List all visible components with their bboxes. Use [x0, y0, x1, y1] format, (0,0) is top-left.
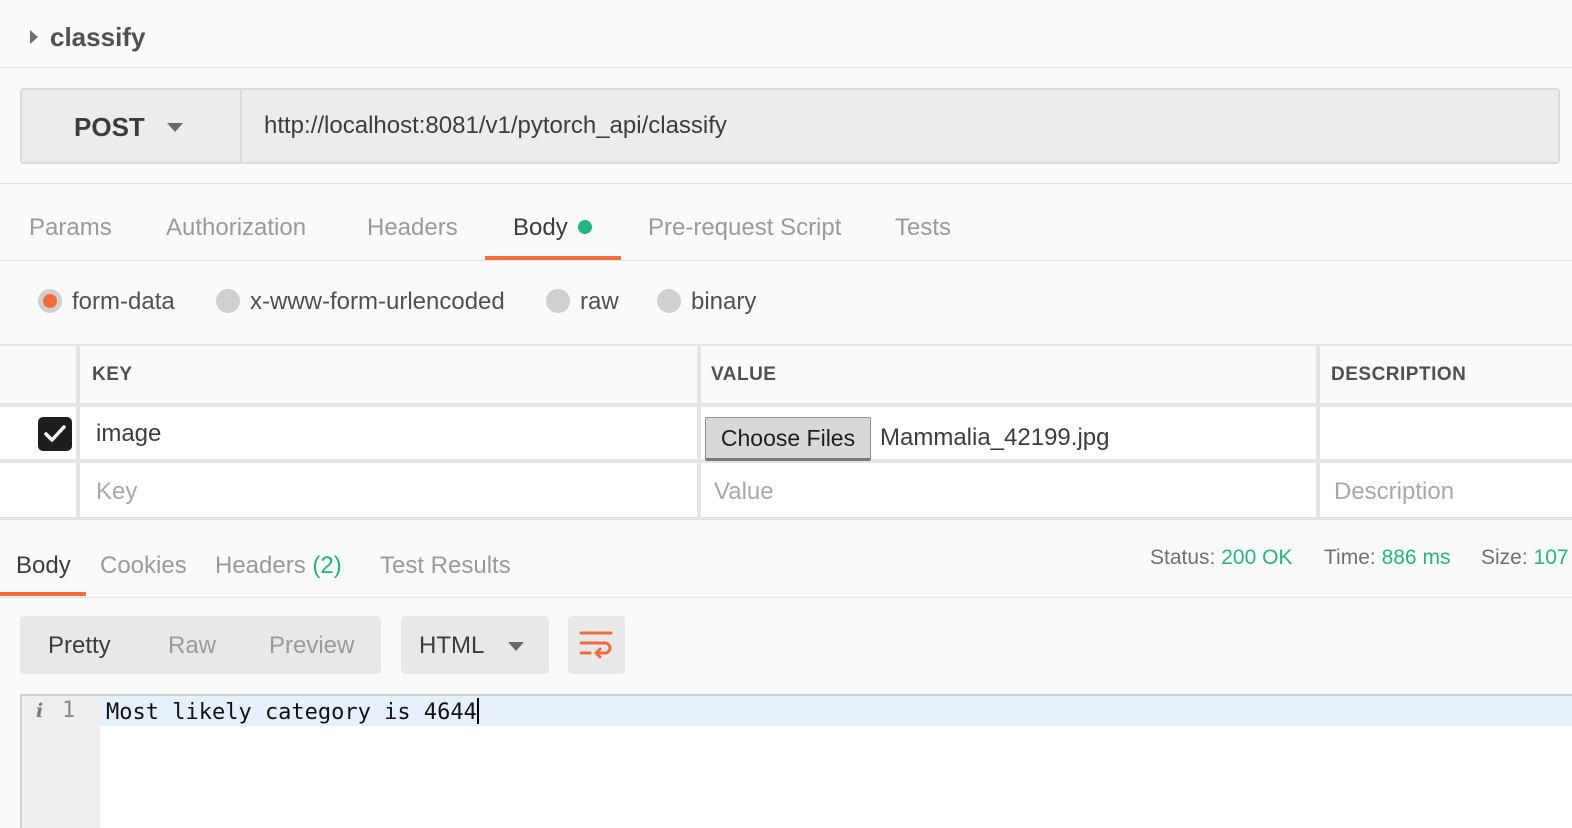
tab-headers[interactable]: Headers [367, 214, 458, 242]
view-preview-button[interactable]: Preview [269, 632, 354, 660]
radio-form-data[interactable]: form-data [38, 288, 175, 318]
time-readout: Time: 886 ms [1324, 546, 1450, 570]
active-tab-underline [485, 256, 621, 260]
column-header-value: VALUE [711, 364, 777, 385]
choose-files-button[interactable]: Choose Files [705, 417, 871, 461]
radio-urlencoded[interactable]: x-www-form-urlencoded [216, 288, 505, 318]
text-cursor [476, 698, 479, 724]
active-tab-underline [0, 592, 86, 596]
table-row [0, 463, 76, 517]
headers-count: (2) [312, 552, 342, 579]
radio-icon [546, 289, 570, 313]
column-header-description: DESCRIPTION [1331, 364, 1467, 385]
format-label: HTML [419, 632, 485, 659]
size-readout: Size: 107 [1481, 546, 1569, 570]
radio-raw[interactable]: raw [546, 288, 619, 318]
size-value: 107 [1533, 546, 1569, 569]
response-tab-body[interactable]: Body [16, 552, 71, 580]
radio-binary[interactable]: binary [657, 288, 756, 318]
url-bar: POST [20, 88, 1560, 164]
response-tab-test-results[interactable]: Test Results [380, 552, 511, 580]
key-placeholder: Key [96, 478, 138, 505]
request-title[interactable]: classify [50, 22, 145, 53]
tab-tests[interactable]: Tests [895, 214, 951, 242]
row-enabled-checkbox[interactable] [38, 417, 72, 451]
radio-label: binary [691, 288, 757, 315]
status-label: Status: [1150, 546, 1216, 569]
radio-label: x-www-form-urlencoded [250, 288, 505, 315]
expand-caret-icon[interactable] [30, 30, 38, 44]
tab-body-label: Body [513, 214, 568, 241]
status-readout: Status: 200 OK [1150, 546, 1292, 570]
new-value-cell[interactable] [701, 463, 1316, 517]
tab-authorization[interactable]: Authorization [166, 214, 306, 242]
tab-pre-request-script[interactable]: Pre-request Script [648, 214, 841, 242]
new-key-cell[interactable] [80, 463, 697, 517]
response-tab-headers[interactable]: Headers (2) [215, 552, 342, 580]
radio-icon [657, 289, 681, 313]
description-placeholder: Description [1334, 478, 1455, 505]
request-name-bar: classify [0, 0, 1572, 68]
wrap-lines-icon [579, 631, 613, 659]
view-mode-segmented: Pretty Raw Preview [20, 616, 381, 674]
radio-selected-icon [38, 289, 62, 313]
radio-icon [216, 289, 240, 313]
response-tab-cookies[interactable]: Cookies [100, 552, 187, 580]
info-icon: i [36, 700, 44, 722]
body-type-radios: form-data x-www-form-urlencoded raw bina… [0, 262, 1572, 342]
description-cell[interactable] [1320, 407, 1572, 459]
tab-body[interactable]: Body [513, 214, 592, 242]
table-header-cell [701, 346, 1316, 403]
value-placeholder: Value [714, 478, 774, 505]
method-label: POST [74, 112, 145, 142]
request-tabs: Params Authorization Headers Body Pre-re… [0, 184, 1572, 261]
response-content: Most likely category is 4644 [106, 700, 477, 725]
response-tabs: Body Cookies Headers (2) Test Results St… [0, 520, 1572, 598]
key-value-text: image [96, 420, 162, 447]
body-indicator-dot [577, 220, 592, 234]
status-value: 200 OK [1221, 546, 1293, 569]
chevron-down-icon [508, 642, 524, 651]
view-pretty-button[interactable]: Pretty [48, 632, 111, 660]
tab-params[interactable]: Params [29, 214, 112, 242]
response-body-editor[interactable]: i 1 Most likely category is 4644 [20, 694, 1572, 828]
chevron-down-icon [167, 123, 183, 132]
key-cell[interactable] [80, 407, 697, 459]
response-text: Most likely category is 4644 [106, 698, 479, 725]
file-name-text: Mammalia_42199.jpg [880, 424, 1110, 451]
method-select[interactable]: POST [22, 90, 242, 162]
wrap-lines-button[interactable] [568, 616, 625, 674]
size-label: Size: [1481, 546, 1528, 569]
line-number: 1 [62, 698, 76, 723]
view-raw-button[interactable]: Raw [168, 632, 216, 660]
response-tab-headers-label: Headers [215, 552, 306, 579]
column-header-key: KEY [92, 364, 133, 385]
checkmark-icon [44, 425, 66, 442]
url-input[interactable] [242, 90, 1558, 162]
line-gutter: i 1 [22, 696, 100, 828]
time-label: Time: [1324, 546, 1376, 569]
table-header-cell [80, 346, 697, 403]
radio-label: form-data [72, 288, 175, 315]
radio-label: raw [580, 288, 619, 315]
table-header-cell [0, 346, 76, 403]
time-value: 886 ms [1381, 546, 1451, 569]
format-select[interactable]: HTML [401, 616, 549, 674]
